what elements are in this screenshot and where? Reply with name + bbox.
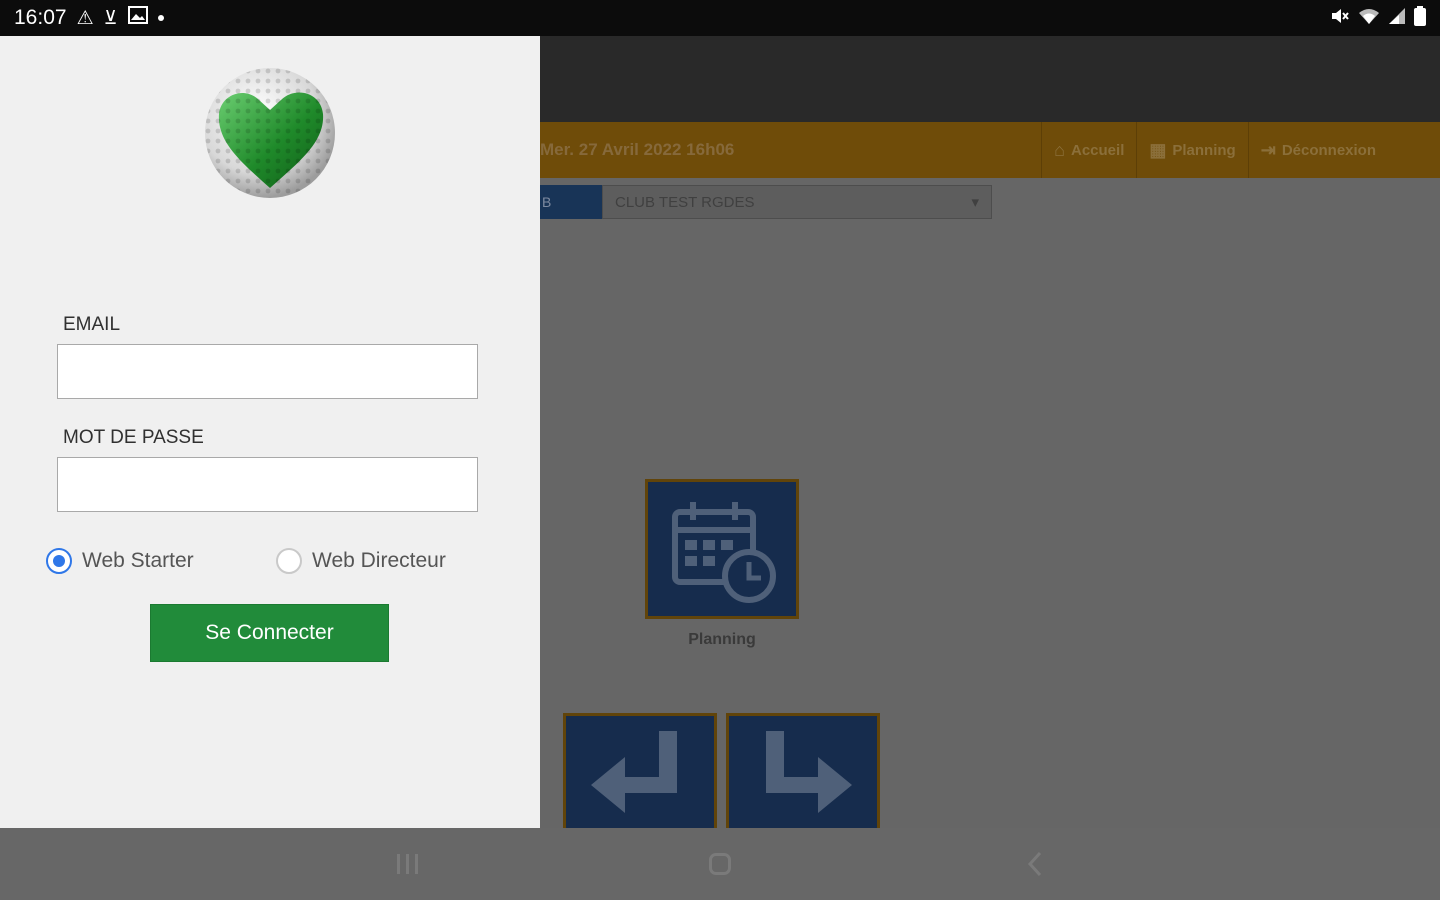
email-field[interactable] <box>57 344 478 399</box>
calendar-clock-icon <box>672 502 776 603</box>
app-date: Mer. 27 Avril 2022 16h06 <box>540 140 735 159</box>
forward-tile[interactable] <box>726 713 880 828</box>
password-label: MOT DE PASSE <box>63 427 204 448</box>
battery-icon <box>1414 5 1426 31</box>
club-select-value: CLUB TEST RGDES <box>615 193 755 211</box>
radio-web-starter[interactable]: Web Starter <box>46 548 194 574</box>
back-icon[interactable] <box>1013 846 1057 882</box>
nav-item-accueil[interactable]: ⌂ Accueil <box>1041 122 1136 178</box>
system-nav-bar <box>0 828 1440 900</box>
radio-button-checked[interactable] <box>46 548 72 574</box>
mute-icon <box>1330 7 1350 30</box>
radio-web-starter-label: Web Starter <box>82 549 194 572</box>
back-tile[interactable] <box>563 713 717 828</box>
home-icon: ⌂ <box>1054 139 1065 160</box>
password-field[interactable] <box>57 457 478 512</box>
dot-icon <box>157 15 164 21</box>
app-nav-items: ⌂ Accueil ▦ Planning ⇥ Déconnexion <box>1041 122 1388 178</box>
calendar-icon: ▦ <box>1149 139 1167 160</box>
dropdown-arrow-icon: ▾ <box>971 194 979 211</box>
club-row: B CLUB TEST RGDES ▾ <box>540 185 992 219</box>
arrow-back-icon <box>591 731 677 813</box>
planning-tile-label: Planning <box>688 631 756 648</box>
radio-button-unchecked[interactable] <box>276 548 302 574</box>
download-done-icon: ⊻ <box>103 7 118 29</box>
nav-deconnexion-label: Déconnexion <box>1281 141 1376 159</box>
email-label: EMAIL <box>63 314 121 335</box>
image-icon <box>127 6 148 30</box>
nav-item-planning[interactable]: ▦ Planning <box>1136 122 1247 178</box>
exit-icon: ⇥ <box>1260 139 1276 160</box>
warning-icon: ⚠ <box>76 7 94 29</box>
club-tab[interactable]: B <box>540 185 602 219</box>
status-right <box>1330 5 1426 31</box>
planning-tile[interactable] <box>645 479 799 619</box>
club-select[interactable]: CLUB TEST RGDES ▾ <box>602 185 992 219</box>
radio-web-directeur[interactable]: Web Directeur <box>276 548 446 574</box>
nav-item-deconnexion[interactable]: ⇥ Déconnexion <box>1247 122 1388 178</box>
connect-button[interactable]: Se Connecter <box>150 604 389 662</box>
recent-apps-icon[interactable] <box>385 846 429 882</box>
golf-ball-logo <box>203 66 337 200</box>
status-left: 16:07 ⚠ ⊻ <box>14 6 164 30</box>
login-panel: EMAIL MOT DE PASSE Web Starter Web Direc… <box>0 36 540 828</box>
status-bar: 16:07 ⚠ ⊻ <box>0 0 1440 36</box>
signal-icon <box>1388 7 1406 30</box>
radio-web-directeur-label: Web Directeur <box>312 549 446 572</box>
home-icon[interactable] <box>698 846 742 882</box>
arrow-forward-icon <box>766 731 852 813</box>
nav-accueil-label: Accueil <box>1071 141 1125 159</box>
status-time: 16:07 <box>14 6 67 29</box>
wifi-icon <box>1358 7 1380 30</box>
nav-planning-label: Planning <box>1172 141 1236 159</box>
